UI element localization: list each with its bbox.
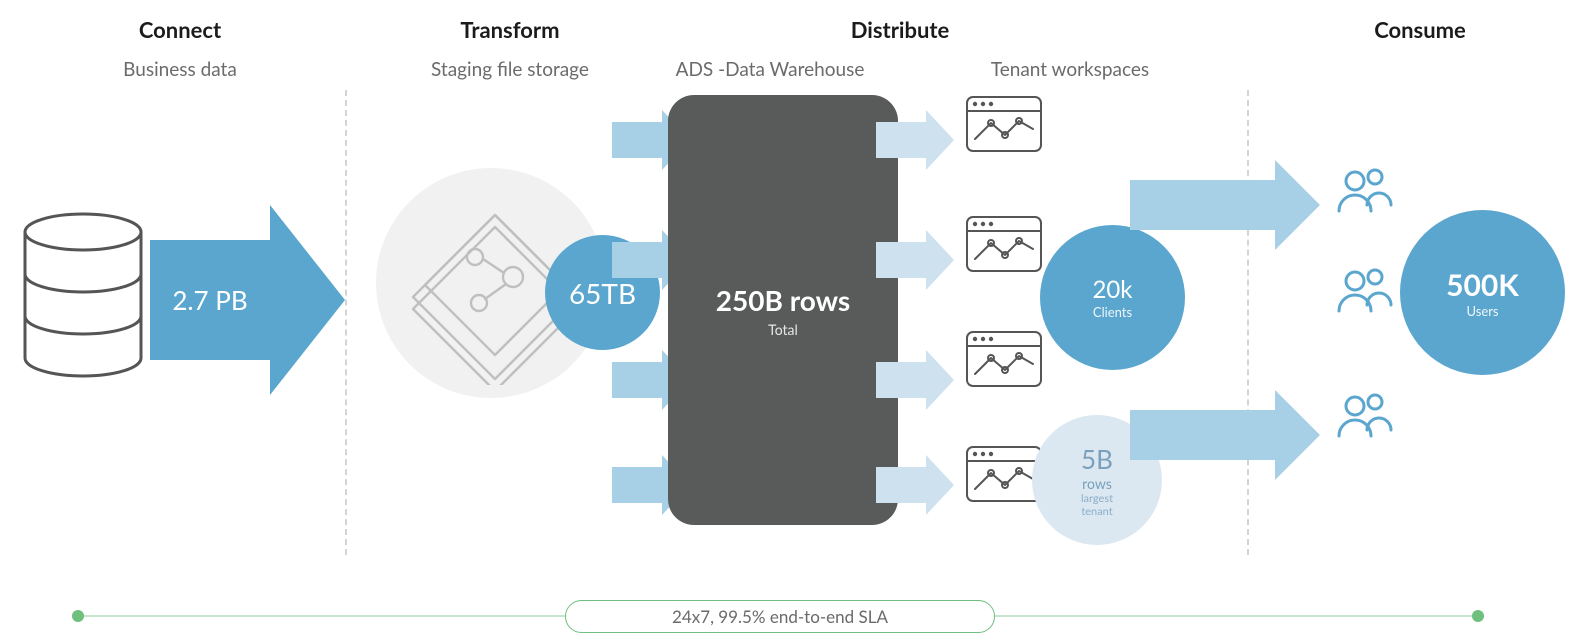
arrow-consume-1 xyxy=(1130,160,1320,250)
warehouse-caption: Total xyxy=(768,321,798,338)
largest-tenant-caption2: largest xyxy=(1081,492,1113,505)
separator-1 xyxy=(345,90,347,555)
users-icon-2 xyxy=(1335,265,1395,315)
users-icon-1 xyxy=(1335,165,1395,215)
sla-dot-right xyxy=(1472,610,1484,622)
largest-tenant-caption1: rows xyxy=(1082,475,1112,492)
arrow-out-3 xyxy=(876,350,954,410)
sla-dot-left xyxy=(72,610,84,622)
col-title-connect: Connect xyxy=(80,16,280,43)
database-icon xyxy=(18,210,148,380)
arrow-consume-2 xyxy=(1130,390,1320,480)
largest-tenant-caption3: tenant xyxy=(1081,505,1112,518)
col-title-transform: Transform xyxy=(390,16,630,43)
largest-tenant-value: 5B xyxy=(1081,443,1113,475)
workspace-chart-icon-2 xyxy=(965,215,1043,273)
users-caption: Users xyxy=(1466,303,1498,319)
workspace-chart-icon-3 xyxy=(965,330,1043,388)
col-subtitle-transform: Staging file storage xyxy=(390,58,630,81)
col-subtitle-distribute-right: Tenant workspaces xyxy=(940,58,1200,81)
arrow-out-4 xyxy=(876,455,954,515)
workspace-chart-icon-1 xyxy=(965,95,1043,153)
connect-value: 2.7 PB xyxy=(172,284,247,316)
clients-caption: Clients xyxy=(1093,304,1132,320)
col-subtitle-distribute-left: ADS -Data Warehouse xyxy=(640,58,900,81)
diagram: Connect Transform Distribute Consume Bus… xyxy=(0,0,1574,639)
arrow-out-2 xyxy=(876,230,954,290)
warehouse-box: 250B rows Total xyxy=(668,95,898,525)
users-icon-3 xyxy=(1335,390,1395,440)
col-title-consume: Consume xyxy=(1320,16,1520,43)
sla-text: 24x7, 99.5% end-to-end SLA xyxy=(672,606,888,627)
arrow-connect: 2.7 PB xyxy=(150,205,345,395)
sla-pill: 24x7, 99.5% end-to-end SLA xyxy=(565,600,995,633)
col-subtitle-connect: Business data xyxy=(80,58,280,81)
users-value: 500K xyxy=(1446,267,1519,303)
warehouse-value: 250B rows xyxy=(716,283,850,317)
users-badge: 500K Users xyxy=(1400,210,1565,375)
col-title-distribute: Distribute xyxy=(770,16,1030,43)
arrow-out-1 xyxy=(876,110,954,170)
clients-value: 20k xyxy=(1092,275,1132,304)
